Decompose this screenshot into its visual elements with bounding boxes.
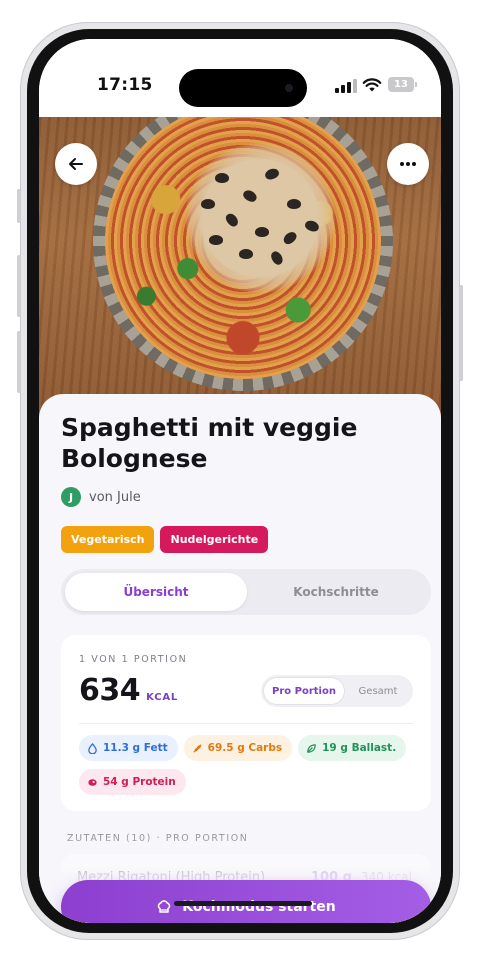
macro-fiber-label: 19 g Ballast. <box>322 742 397 754</box>
chef-hat-icon <box>158 900 171 913</box>
tab-uebersicht[interactable]: Übersicht <box>65 573 247 611</box>
author-avatar: J <box>61 487 81 507</box>
drop-icon <box>88 742 97 754</box>
ingredients-section-label: ZUTATEN (10) · PRO PORTION <box>67 833 249 844</box>
pasta-bowl-image <box>93 117 393 391</box>
volume-up-button <box>17 255 21 317</box>
dynamic-island <box>179 69 307 107</box>
mute-switch <box>17 189 21 223</box>
cellular-signal-icon <box>335 79 357 93</box>
status-time: 17:15 <box>97 75 153 95</box>
battery-tip <box>415 82 417 87</box>
tab-bar: Übersicht Kochschritte <box>61 569 431 615</box>
tab-kochschritte[interactable]: Kochschritte <box>245 573 427 611</box>
battery-icon: 13 <box>388 77 414 92</box>
leaf-icon <box>307 743 316 753</box>
tag-nudelgerichte[interactable]: Nudelgerichte <box>160 526 269 553</box>
status-bar: 17:15 13 <box>39 39 441 117</box>
kcal-display: 634 KCAL <box>79 673 178 708</box>
arrow-left-icon <box>69 158 83 170</box>
recipe-sheet: Spaghetti mit veggie Bolognese J von Jul… <box>39 394 441 923</box>
tag-vegetarisch[interactable]: Vegetarisch <box>61 526 155 553</box>
meat-icon <box>88 778 97 786</box>
battery-level: 13 <box>394 79 408 90</box>
phone-frame: 17:15 13 Spaghetti mit veggie Bolognese … <box>17 22 463 940</box>
macro-chip-fiber: 19 g Ballast. <box>298 735 407 761</box>
camera-dot <box>285 84 293 92</box>
macro-protein-label: 54 g Protein <box>103 776 176 788</box>
more-dots-icon <box>400 162 416 166</box>
toggle-gesamt[interactable]: Gesamt <box>345 678 411 704</box>
macro-fat-label: 11.3 g Fett <box>103 742 168 754</box>
kcal-value: 634 <box>79 673 141 708</box>
wheat-icon <box>193 743 202 753</box>
macro-chips: 11.3 g Fett 69.5 g Carbs 19 g Ballast. 5… <box>79 735 419 795</box>
wifi-icon <box>362 78 382 92</box>
more-options-button[interactable] <box>387 143 429 185</box>
back-button[interactable] <box>55 143 97 185</box>
toggle-pro-portion[interactable]: Pro Portion <box>264 678 344 704</box>
macro-chip-fat: 11.3 g Fett <box>79 735 178 761</box>
author-row[interactable]: J von Jule <box>61 487 141 507</box>
macro-chip-carbs: 69.5 g Carbs <box>183 735 293 761</box>
nutrition-card: 1 VON 1 PORTION 634 KCAL Pro Portion Ges… <box>61 635 431 811</box>
portion-label: 1 VON 1 PORTION <box>79 654 188 665</box>
recipe-hero-image <box>39 117 441 417</box>
macro-chip-protein: 54 g Protein <box>79 769 186 795</box>
divider <box>79 723 413 724</box>
screen: 17:15 13 Spaghetti mit veggie Bolognese … <box>39 39 441 923</box>
bezel: 17:15 13 Spaghetti mit veggie Bolognese … <box>27 29 453 933</box>
macro-carbs-label: 69.5 g Carbs <box>207 742 283 754</box>
author-name: von Jule <box>89 489 141 505</box>
power-button <box>459 285 463 381</box>
recipe-title: Spaghetti mit veggie Bolognese <box>61 413 358 473</box>
home-indicator[interactable] <box>174 901 312 906</box>
kcal-unit: KCAL <box>146 692 179 703</box>
portion-toggle: Pro Portion Gesamt <box>261 675 413 707</box>
tag-list: Vegetarisch Nudelgerichte <box>61 526 269 553</box>
volume-down-button <box>17 331 21 393</box>
